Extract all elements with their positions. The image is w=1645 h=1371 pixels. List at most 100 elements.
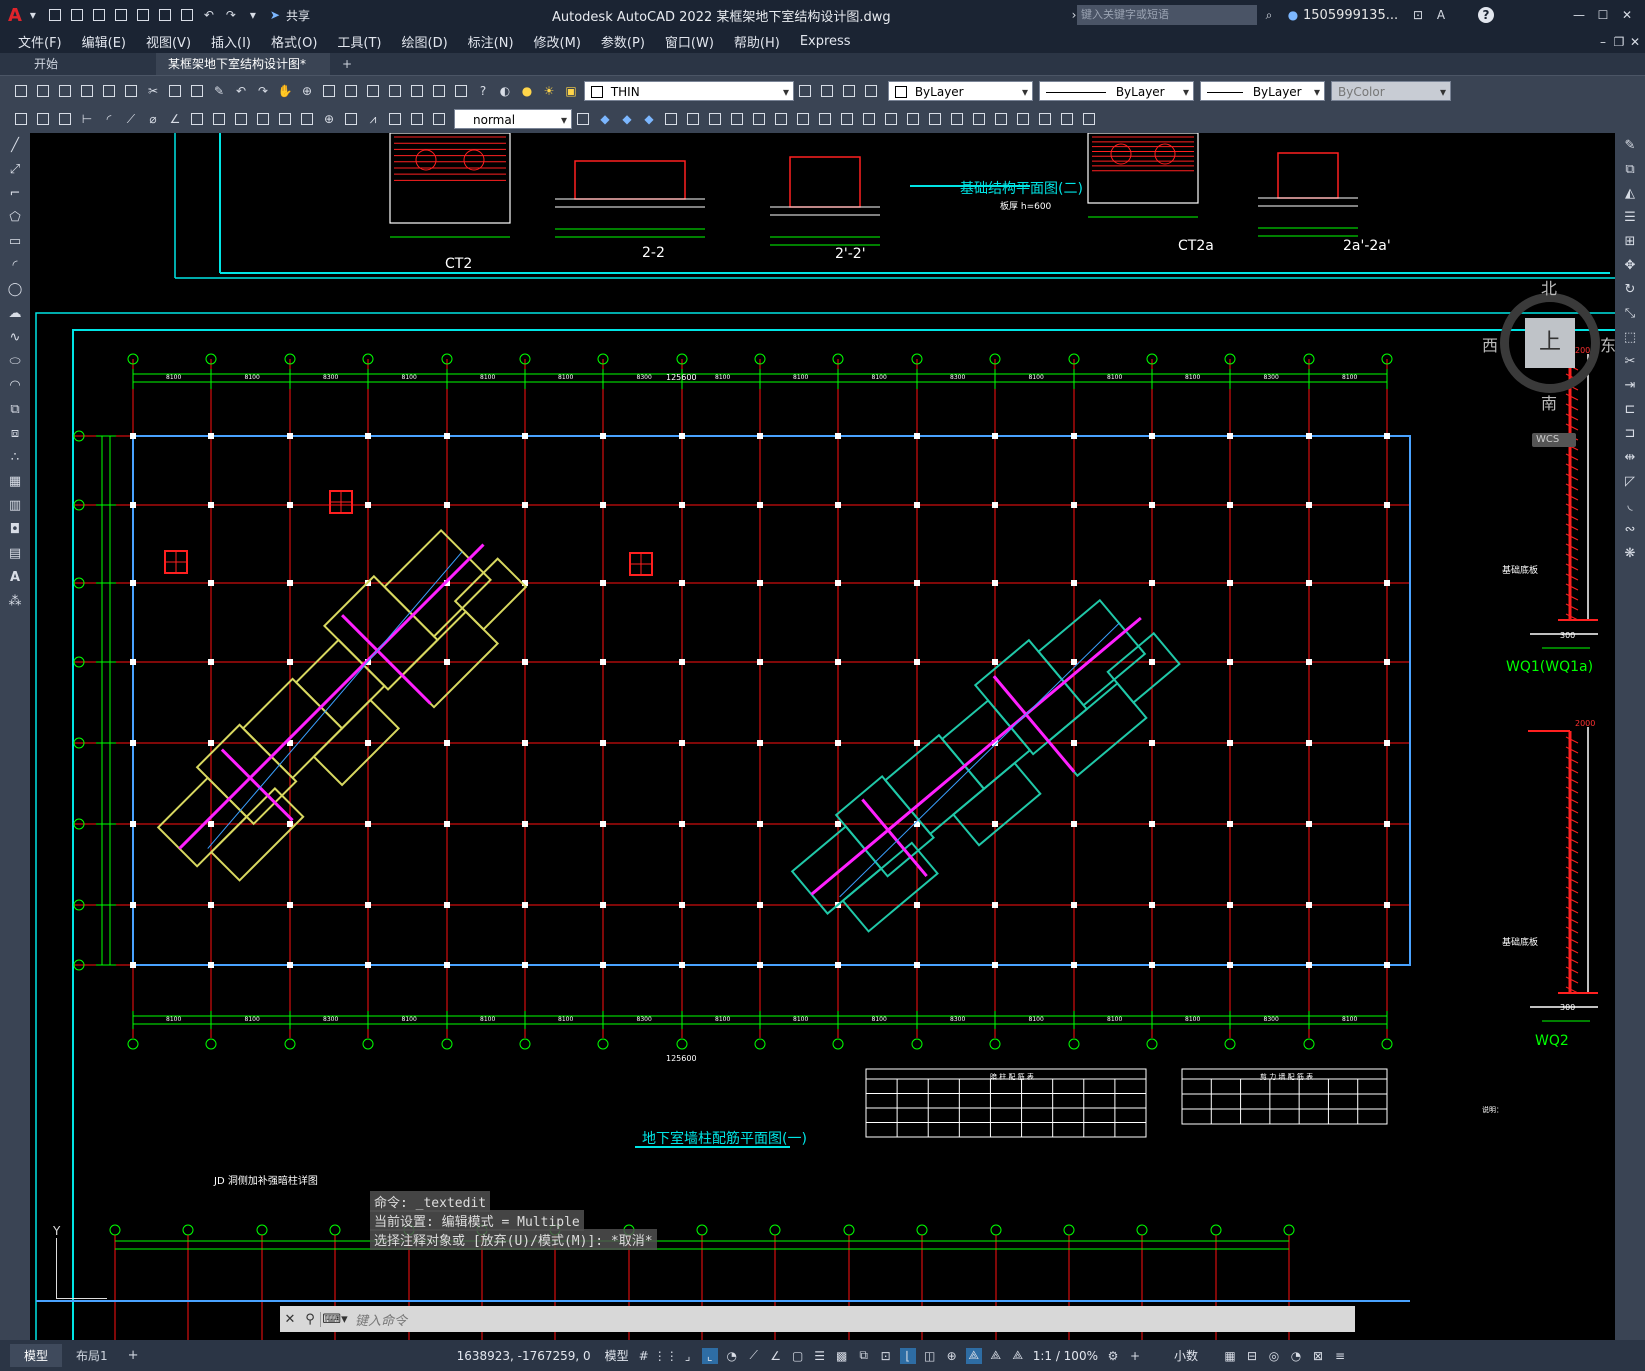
orbit-icon[interactable]: ◆ (597, 111, 613, 127)
ucs-object-icon[interactable] (751, 111, 767, 127)
ucs-face-icon[interactable] (729, 111, 745, 127)
doc-close-icon[interactable]: ✕ (1627, 34, 1643, 50)
scale-icon[interactable]: ⤡ (1620, 303, 1640, 323)
mtext-icon[interactable]: A (5, 567, 25, 587)
compass-east[interactable]: 东 (1600, 332, 1615, 356)
sheet-set-icon[interactable] (431, 83, 447, 99)
trim-icon[interactable]: ✂ (1620, 351, 1640, 371)
units-value[interactable]: 小数 (1170, 1347, 1202, 1364)
jogged-linear-icon[interactable]: ⩘ (365, 111, 381, 127)
undo-icon[interactable]: ↶ (201, 7, 217, 23)
ortho-icon[interactable]: ⌞ (701, 1347, 718, 1364)
menu-window[interactable]: 窗口(W) (655, 32, 724, 51)
workspace-gear-icon[interactable]: ⚙ (1105, 1348, 1121, 1364)
dyn-ucs-icon[interactable]: ⌊ (899, 1347, 916, 1364)
undo-icon[interactable]: ↶ (233, 83, 249, 99)
view-front-icon[interactable]: ◆ (619, 111, 635, 127)
tab-document[interactable]: 某框架地下室结构设计图* ✕ (156, 53, 330, 93)
print-icon[interactable] (179, 7, 195, 23)
tool-palettes-icon[interactable] (409, 83, 425, 99)
xref-icon[interactable] (1059, 111, 1075, 127)
qnew-icon[interactable] (13, 83, 29, 99)
osnap-icon[interactable]: ▢ (790, 1348, 806, 1364)
menu-draw[interactable]: 绘图(D) (392, 32, 458, 51)
clean-screen-icon[interactable]: ⊠ (1310, 1348, 1326, 1364)
plotstyle-dropdown[interactable]: ByColor (1331, 80, 1451, 102)
command-prompt-icon[interactable]: ⌨▾ (320, 1311, 349, 1327)
layer-dropdown[interactable]: THIN (584, 80, 794, 102)
menu-insert[interactable]: 插入(I) (201, 32, 261, 51)
app-logo[interactable]: A (8, 5, 22, 26)
arc-icon[interactable]: ◜ (5, 255, 25, 275)
ucs-zaxis-icon[interactable] (817, 111, 833, 127)
minimize-icon[interactable]: — (1571, 7, 1587, 23)
redo-icon[interactable]: ↷ (223, 7, 239, 23)
annotation-scale-icon[interactable]: ⟁ (1010, 1348, 1026, 1364)
dim-break-icon[interactable] (277, 111, 293, 127)
osnap-track-icon[interactable]: ∠ (768, 1348, 784, 1364)
share-icon[interactable]: ➤ (267, 7, 283, 23)
ucs-z-icon[interactable] (905, 111, 921, 127)
circle-icon[interactable]: ◯ (5, 279, 25, 299)
mirror-icon[interactable]: ◭ (1620, 183, 1640, 203)
grid-icon[interactable]: # (636, 1348, 652, 1364)
color-dropdown[interactable]: ByLayer (888, 80, 1033, 102)
lightbulb-icon[interactable]: ● (519, 83, 535, 99)
dim-baseline-icon[interactable] (211, 111, 227, 127)
dim-radius-icon[interactable]: ◜ (101, 111, 117, 127)
hatch-icon[interactable]: ▦ (5, 471, 25, 491)
gizmo-icon[interactable]: ⊕ (944, 1348, 960, 1364)
dim-edit-icon[interactable] (387, 111, 403, 127)
ucs-previous-icon[interactable] (707, 111, 723, 127)
dim-arc-icon[interactable] (57, 111, 73, 127)
linetype-dropdown[interactable]: ByLayer (1039, 80, 1194, 102)
insert-block-icon[interactable]: ⧉ (5, 399, 25, 419)
dim-ordinate-icon[interactable]: ⊢ (79, 111, 95, 127)
menu-file[interactable]: 文件(F) (8, 32, 72, 51)
spline-icon[interactable]: ∿ (5, 327, 25, 347)
annotation-monitor-icon[interactable]: + (1127, 1348, 1143, 1364)
help-button[interactable]: ? (1478, 7, 1494, 23)
doc-restore-icon[interactable]: ❐ (1611, 34, 1627, 50)
make-block-icon[interactable] (1037, 111, 1053, 127)
redo-icon[interactable]: ↷ (255, 83, 271, 99)
array-icon[interactable]: ⊞ (1620, 231, 1640, 251)
lock-icon[interactable]: ▣ (563, 83, 579, 99)
region-icon[interactable]: ◘ (5, 519, 25, 539)
dim-diameter-icon[interactable]: ⌀ (145, 111, 161, 127)
polar-icon[interactable]: ◔ (724, 1348, 740, 1364)
menu-tools[interactable]: 工具(T) (327, 32, 391, 51)
ucs-apply-icon[interactable] (927, 111, 943, 127)
point-icon[interactable]: ∴ (5, 447, 25, 467)
rectangle-icon[interactable]: ▭ (5, 231, 25, 251)
close-command-icon[interactable]: ✕ (280, 1312, 300, 1327)
search-input[interactable]: 键入关键字或短语 (1077, 5, 1257, 25)
add-layout-icon[interactable]: + (122, 1348, 145, 1363)
add-selected-icon[interactable]: ⁂ (5, 591, 25, 611)
ucs-origin-icon[interactable] (795, 111, 811, 127)
drawing-area[interactable]: CT2 2-2 2'-2' CT2a 2a'-2a' 基础结构平面图(二) 板厚… (30, 133, 1615, 1340)
dim-jogged-icon[interactable]: ⟋ (123, 111, 139, 127)
layer-iso-icon[interactable] (863, 83, 879, 99)
open-icon[interactable] (69, 7, 85, 23)
menu-format[interactable]: 格式(O) (261, 32, 327, 51)
dim-style-icon[interactable] (575, 111, 591, 127)
center-mark-icon[interactable]: ⊕ (321, 111, 337, 127)
menu-dimension[interactable]: 标注(N) (458, 32, 524, 51)
ucs-world-icon[interactable] (685, 111, 701, 127)
shade-icon[interactable] (971, 111, 987, 127)
stretch-icon[interactable]: ⬚ (1620, 327, 1640, 347)
polygon-icon[interactable]: ⬠ (5, 207, 25, 227)
wcs-menu[interactable]: WCS (1532, 433, 1576, 447)
polyline-icon[interactable]: ⌐ (5, 183, 25, 203)
ucs-icon[interactable] (663, 111, 679, 127)
chamfer-icon[interactable]: ◸ (1620, 471, 1640, 491)
quick-props-icon[interactable]: ▦ (1222, 1348, 1238, 1364)
layer-manager-icon[interactable] (841, 83, 857, 99)
customize-icon[interactable]: ▾ (245, 7, 261, 23)
ellipse-icon[interactable]: ⬭ (5, 351, 25, 371)
sun-icon[interactable]: ☀ (541, 83, 557, 99)
match-prop-icon[interactable]: ✎ (211, 83, 227, 99)
make-block-icon[interactable]: ⧈ (5, 423, 25, 443)
user-icon[interactable]: ● (1285, 7, 1301, 23)
